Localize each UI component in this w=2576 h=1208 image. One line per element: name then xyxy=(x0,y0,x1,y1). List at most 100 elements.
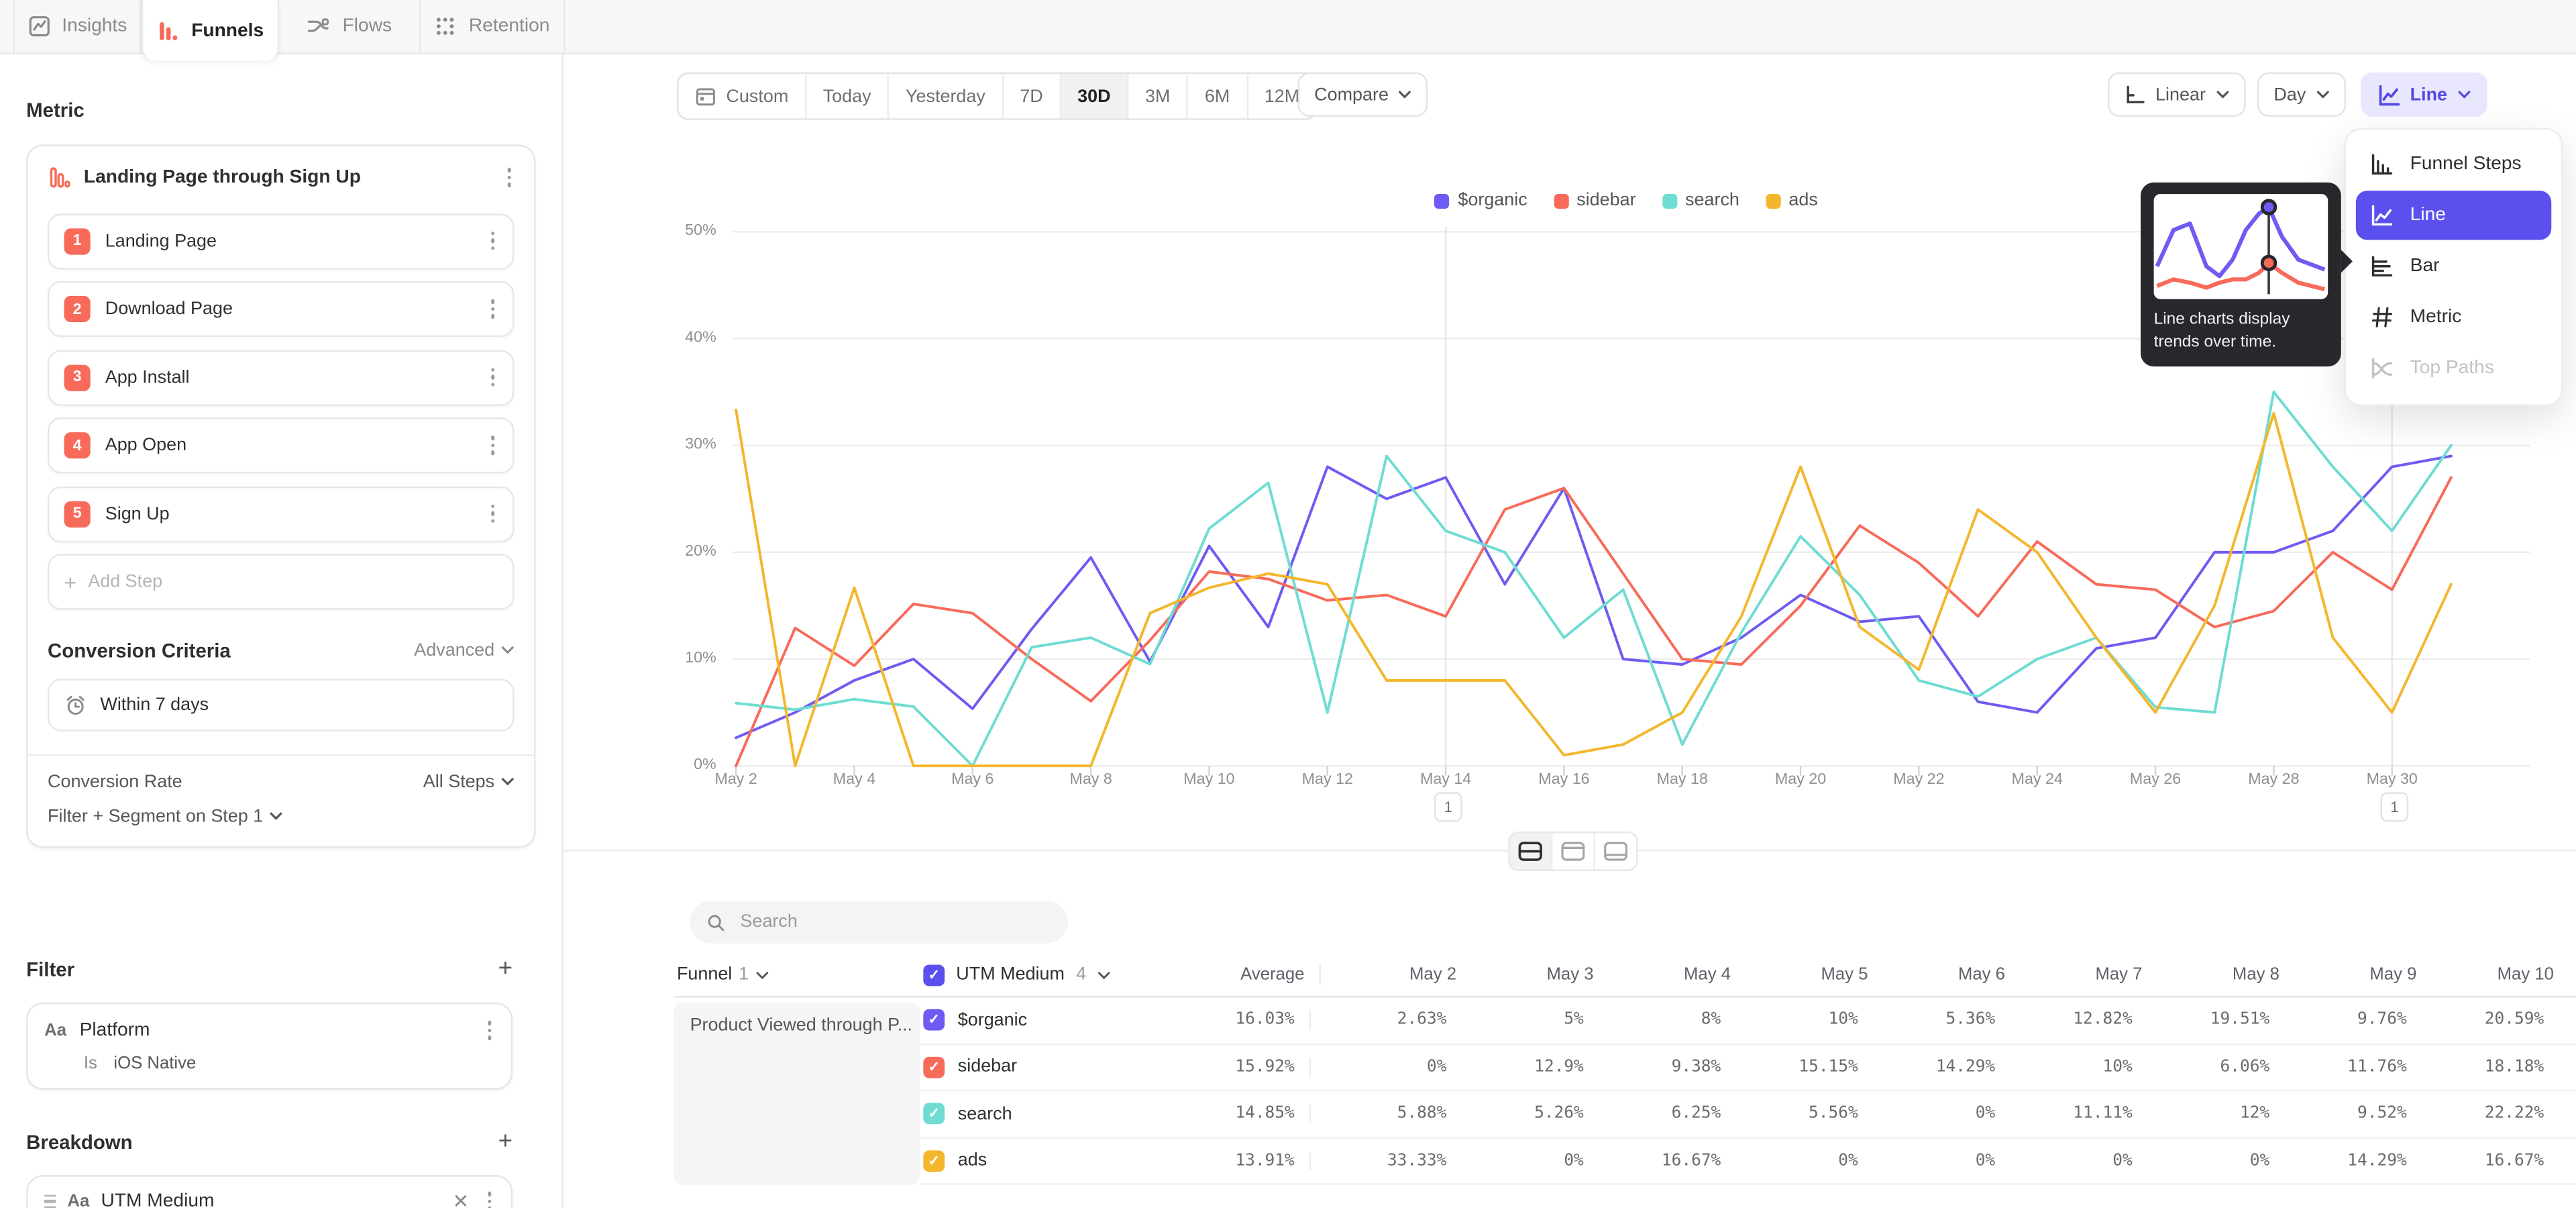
cell-value: 13.91% xyxy=(1173,1152,1295,1170)
series-$organic[interactable] xyxy=(736,456,2451,738)
column-header-average[interactable]: Average xyxy=(1183,965,1304,985)
row-checkbox[interactable]: ✓ xyxy=(923,1009,945,1031)
column-header-may-7[interactable]: May 7 xyxy=(2005,965,2142,985)
compare-button[interactable]: Compare xyxy=(1298,72,1428,117)
column-header-may-3[interactable]: May 3 xyxy=(1456,965,1593,985)
bar-chart-icon xyxy=(2371,255,2394,278)
cell-value: 14.29% xyxy=(2269,1152,2406,1170)
kebab-menu-icon[interactable] xyxy=(487,501,498,526)
filter-value[interactable]: iOS Native xyxy=(113,1053,196,1072)
table-row[interactable]: ✓ sidebar15.92%0%12.9%9.38%15.15%14.29%1… xyxy=(920,1044,2576,1091)
kebab-menu-icon[interactable] xyxy=(487,364,498,390)
tab-funnels[interactable]: Funnels xyxy=(142,0,280,61)
column-header-may-2[interactable]: May 2 xyxy=(1320,965,1456,985)
tab-flows[interactable]: Flows xyxy=(279,0,421,52)
top-tab-bar: Insights Funnels Flows Retention xyxy=(0,0,2576,54)
kebab-menu-icon[interactable] xyxy=(487,228,498,254)
y-axis-tick: 30% xyxy=(651,436,716,454)
step-number-badge: 5 xyxy=(64,501,91,527)
add-breakdown-button[interactable]: + xyxy=(498,1129,513,1154)
layout-chart-only-button[interactable] xyxy=(1552,834,1595,870)
table-row[interactable]: ✓ search14.85%5.88%5.26%6.25%5.56%0%11.1… xyxy=(920,1091,2576,1138)
funnel-step-3[interactable]: 3 App Install xyxy=(48,349,515,405)
funnel-step-2[interactable]: 2 Download Page xyxy=(48,281,515,337)
funnel-group-cell[interactable]: Product Viewed through P... xyxy=(674,1003,920,1185)
layout-table-only-button[interactable] xyxy=(1595,834,1636,870)
legend-swatch xyxy=(1435,193,1450,208)
range-yesterday[interactable]: Yesterday xyxy=(890,74,1004,118)
all-steps-dropdown[interactable]: All Steps xyxy=(423,772,515,791)
x-axis-tick: May 30 xyxy=(2343,771,2441,789)
menu-item-top-paths[interactable]: Top Paths xyxy=(2356,344,2551,393)
range-6m[interactable]: 6M xyxy=(1188,74,1248,118)
column-header-may-6[interactable]: May 6 xyxy=(1868,965,2004,985)
column-header-may-4[interactable]: May 4 xyxy=(1594,965,1731,985)
column-header-may-10[interactable]: May 10 xyxy=(2416,965,2553,985)
filter-operator[interactable]: Is xyxy=(84,1053,97,1072)
kebab-menu-icon[interactable] xyxy=(484,1017,494,1043)
legend-item[interactable]: ads xyxy=(1766,191,1818,210)
annotation-badge[interactable]: 1 xyxy=(1434,792,1462,821)
column-header-may-5[interactable]: May 5 xyxy=(1731,965,1868,985)
cell-value: 12.9% xyxy=(1446,1058,1583,1076)
menu-item-bar[interactable]: Bar xyxy=(2356,242,2551,291)
filter-segment-dropdown[interactable]: Filter + Segment on Step 1 xyxy=(48,806,263,825)
drag-handle-icon[interactable] xyxy=(44,1195,56,1208)
conversion-window[interactable]: Within 7 days xyxy=(48,678,515,730)
cell-value: 9.52% xyxy=(2269,1105,2406,1123)
breakdown-card[interactable]: Aa UTM Medium ✕ xyxy=(26,1175,513,1208)
remove-breakdown-icon[interactable]: ✕ xyxy=(453,1190,470,1208)
range-today[interactable]: Today xyxy=(806,74,889,118)
kebab-menu-icon[interactable] xyxy=(484,1189,494,1208)
legend-item[interactable]: search xyxy=(1662,191,1739,210)
x-axis-tick: May 20 xyxy=(1752,771,1850,789)
chevron-down-icon xyxy=(1399,91,1412,99)
breakdown-column-header[interactable]: ✓ UTM Medium 4 xyxy=(920,964,1183,985)
layout-split-button[interactable] xyxy=(1510,834,1553,870)
filter-card[interactable]: Aa Platform Is iOS Native xyxy=(26,1003,513,1089)
column-header-may-8[interactable]: May 8 xyxy=(2142,965,2279,985)
series-search[interactable] xyxy=(736,392,2451,766)
column-header-may-9[interactable]: May 9 xyxy=(2279,965,2416,985)
range-30d[interactable]: 30D xyxy=(1061,74,1129,118)
add-filter-button[interactable]: + xyxy=(498,956,513,981)
funnel-column-header[interactable]: Funnel 1 xyxy=(674,965,920,985)
search-input[interactable] xyxy=(737,911,1052,934)
legend-item[interactable]: $organic xyxy=(1435,191,1527,210)
funnel-step-1[interactable]: 1 Landing Page xyxy=(48,213,515,268)
cell-value: 8% xyxy=(1584,1011,1721,1029)
tab-insights[interactable]: Insights xyxy=(13,0,142,52)
chevron-down-icon xyxy=(501,646,515,654)
interval-button[interactable]: Day xyxy=(2257,72,2345,117)
range-3m[interactable]: 3M xyxy=(1129,74,1189,118)
annotation-badge[interactable]: 1 xyxy=(2381,792,2409,821)
series-ads[interactable] xyxy=(736,410,2451,766)
menu-item-funnel-steps[interactable]: Funnel Steps xyxy=(2356,140,2551,189)
table-row[interactable]: ✓ ads13.91%33.33%0%16.67%0%0%0%0%14.29%1… xyxy=(920,1138,2576,1185)
tab-retention[interactable]: Retention xyxy=(421,0,566,52)
insights-icon xyxy=(28,15,50,38)
menu-item-metric[interactable]: Metric xyxy=(2356,293,2551,342)
legend-item[interactable]: sidebar xyxy=(1554,191,1636,210)
main-panel: CustomTodayYesterday7D30D3M6M12M Compare… xyxy=(564,52,2576,1208)
row-checkbox[interactable]: ✓ xyxy=(923,1056,945,1078)
range-custom[interactable]: Custom xyxy=(678,74,806,118)
kebab-menu-icon[interactable] xyxy=(504,164,515,190)
x-axis-tick: May 22 xyxy=(1870,771,1968,789)
chart-type-button[interactable]: Line xyxy=(2361,72,2487,117)
menu-item-line[interactable]: Line xyxy=(2356,191,2551,240)
cell-value: 14.85% xyxy=(1173,1105,1295,1123)
add-step-button[interactable]: +Add Step xyxy=(48,554,515,609)
kebab-menu-icon[interactable] xyxy=(487,296,498,321)
scale-button[interactable]: Linear xyxy=(2108,72,2245,117)
range-7d[interactable]: 7D xyxy=(1004,74,1061,118)
select-all-checkbox[interactable]: ✓ xyxy=(923,964,945,985)
funnel-step-4[interactable]: 4 App Open xyxy=(48,417,515,473)
kebab-menu-icon[interactable] xyxy=(487,433,498,458)
advanced-dropdown[interactable]: Advanced xyxy=(414,640,514,660)
table-row[interactable]: ✓ $organic16.03%2.63%5%8%10%5.36%12.82%1… xyxy=(920,998,2576,1045)
row-checkbox[interactable]: ✓ xyxy=(923,1150,945,1172)
metric-card: Landing Page through Sign Up 1 Landing P… xyxy=(26,145,535,848)
funnel-step-5[interactable]: 5 Sign Up xyxy=(48,486,515,542)
row-checkbox[interactable]: ✓ xyxy=(923,1103,945,1125)
